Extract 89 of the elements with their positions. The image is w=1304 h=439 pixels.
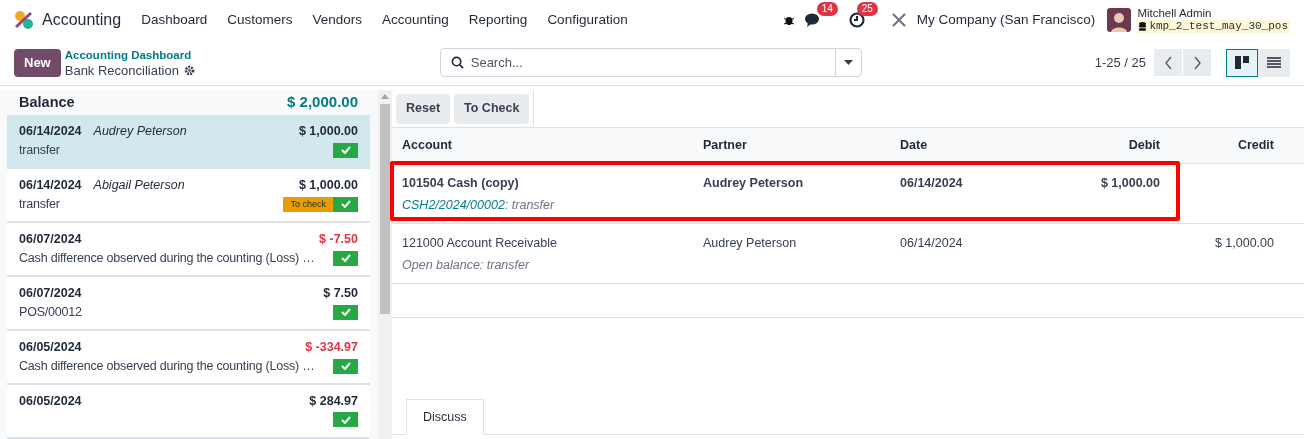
clock-icon [848,12,865,28]
balance-amount: $ 2,000.00 [287,92,358,113]
statement-line-card[interactable]: 06/14/2024 Audrey Peterson $ 1,000.00 transfer [7,115,370,169]
tools-icon [890,12,907,28]
caret-icon [843,60,853,65]
search-icon [450,56,464,69]
statement-line-card[interactable]: 06/05/2024 $ -334.97 Cash difference observed during the counting (Loss) … [7,331,370,385]
statement-date: 06/14/2024 [19,177,82,193]
statement-amount: $ 284.97 [309,393,358,409]
reconciled-check-icon [333,304,358,320]
balance-label: Balance [19,92,75,112]
statement-date: 06/05/2024 [19,393,82,409]
menu-item[interactable]: Vendors [312,9,363,31]
statement-label: Cash difference observed during the counting (Loss) … [19,358,315,374]
line-date: 06/14/2024 [900,175,964,192]
user-name[interactable]: Mitchell Admin [1137,7,1290,20]
line-label: Open balance: transfer [402,256,531,274]
statement-amount: $ 7.50 [323,285,358,301]
reconciled-check-icon [333,358,358,374]
bug-icon [782,14,795,26]
avatar-icon [1107,8,1132,32]
credit-amount: $ 1,000.00 [1213,235,1274,252]
statement-label: Cash difference observed during the counting (Loss) … [19,250,315,266]
database-name: kmp_2_test_may_30_pos [1149,20,1288,33]
breadcrumb-link[interactable]: Accounting Dashboard [64,47,440,63]
search-field[interactable]: Search... [439,48,862,77]
statement-line-card[interactable]: 06/07/2024 $ 7.50 POS/00012 [7,277,370,331]
column-header: Partner [703,137,748,155]
partner-name: Audrey Peterson [703,175,805,192]
statement-label: transfer [19,196,60,212]
statement-amount: $ -334.97 [305,339,358,355]
partner-name: Audrey Peterson [703,235,798,252]
menu-item[interactable]: Customers [227,9,293,31]
statement-date: 06/14/2024 [19,123,82,139]
reconciled-check-icon [333,412,358,427]
menu-item[interactable]: Configuration [547,9,628,31]
scroll-up-arrow-icon[interactable] [381,94,389,99]
statement-amount: $ 1,000.00 [298,177,358,193]
column-header: Credit [1236,137,1274,155]
action-button[interactable]: To Check [454,93,530,124]
reconciled-check-icon [333,250,358,266]
view-switch-button[interactable] [1258,48,1290,77]
statement-partner: Abigail Peterson [93,177,185,193]
statement-label: transfer [19,142,60,158]
list-icon [1267,57,1281,68]
column-header: Debit [1127,137,1160,155]
statement-line-card[interactable]: 06/14/2024 Abigail Peterson $ 1,000.00 transfer To check [7,169,370,223]
menu-item[interactable]: Dashboard [141,9,208,31]
scrollbar[interactable] [378,90,392,439]
statement-date: 06/05/2024 [19,339,82,355]
line-date: 06/14/2024 [900,235,964,252]
statement-line-card[interactable]: 06/05/2024 $ 284.97 [7,385,370,439]
statement-partner: Audrey Peterson [93,123,187,139]
app-logo-icon [14,10,34,30]
chevron-left-icon [1163,55,1173,70]
column-header: Account [402,137,453,155]
account-name: 101504 Cash (copy) [402,175,520,192]
column-header: Date [900,137,929,155]
database-icon [1139,22,1147,31]
line-label: CSH2/2024/00002: transfer [402,196,556,214]
action-button[interactable]: Reset [396,93,451,124]
reconciled-check-icon [333,196,358,212]
statement-amount: $ -7.50 [319,231,358,247]
kanban-icon [1235,56,1249,69]
activity-count-badge: 25 [856,2,878,16]
app-name[interactable]: Accounting [42,8,122,32]
debit-amount: $ 1,000.00 [1099,175,1160,192]
pager-next-button[interactable] [1183,49,1212,76]
chevron-right-icon [1192,55,1202,70]
company-switcher[interactable]: My Company (San Francisco) [916,9,1096,31]
page-title: Bank Reconciliation [64,62,179,78]
statement-amount: $ 1,000.00 [298,123,358,139]
pager-previous-button[interactable] [1154,49,1183,76]
discuss-tab[interactable]: Discuss [406,399,484,435]
view-switch-button[interactable] [1226,48,1258,77]
statement-label: POS/00012 [19,304,82,320]
statement-date: 06/07/2024 [19,231,82,247]
statement-date: 06/07/2024 [19,285,82,301]
menu-item[interactable]: Reporting [468,9,528,31]
account-name: 121000 Account Receivable [402,235,558,252]
pager-value: 1-25 / 25 [1094,53,1146,72]
to-check-badge: To check [283,196,333,212]
new-button[interactable]: New [14,48,61,77]
menu-item[interactable]: Accounting [382,9,449,31]
reconciled-check-icon [333,142,358,158]
settings-icon [183,64,195,76]
search-input[interactable]: Search... [470,52,835,73]
statement-line-card[interactable]: 06/07/2024 $ -7.50 Cash difference observed during the counting (Loss) … [7,223,370,277]
message-count-badge: 14 [816,2,838,16]
